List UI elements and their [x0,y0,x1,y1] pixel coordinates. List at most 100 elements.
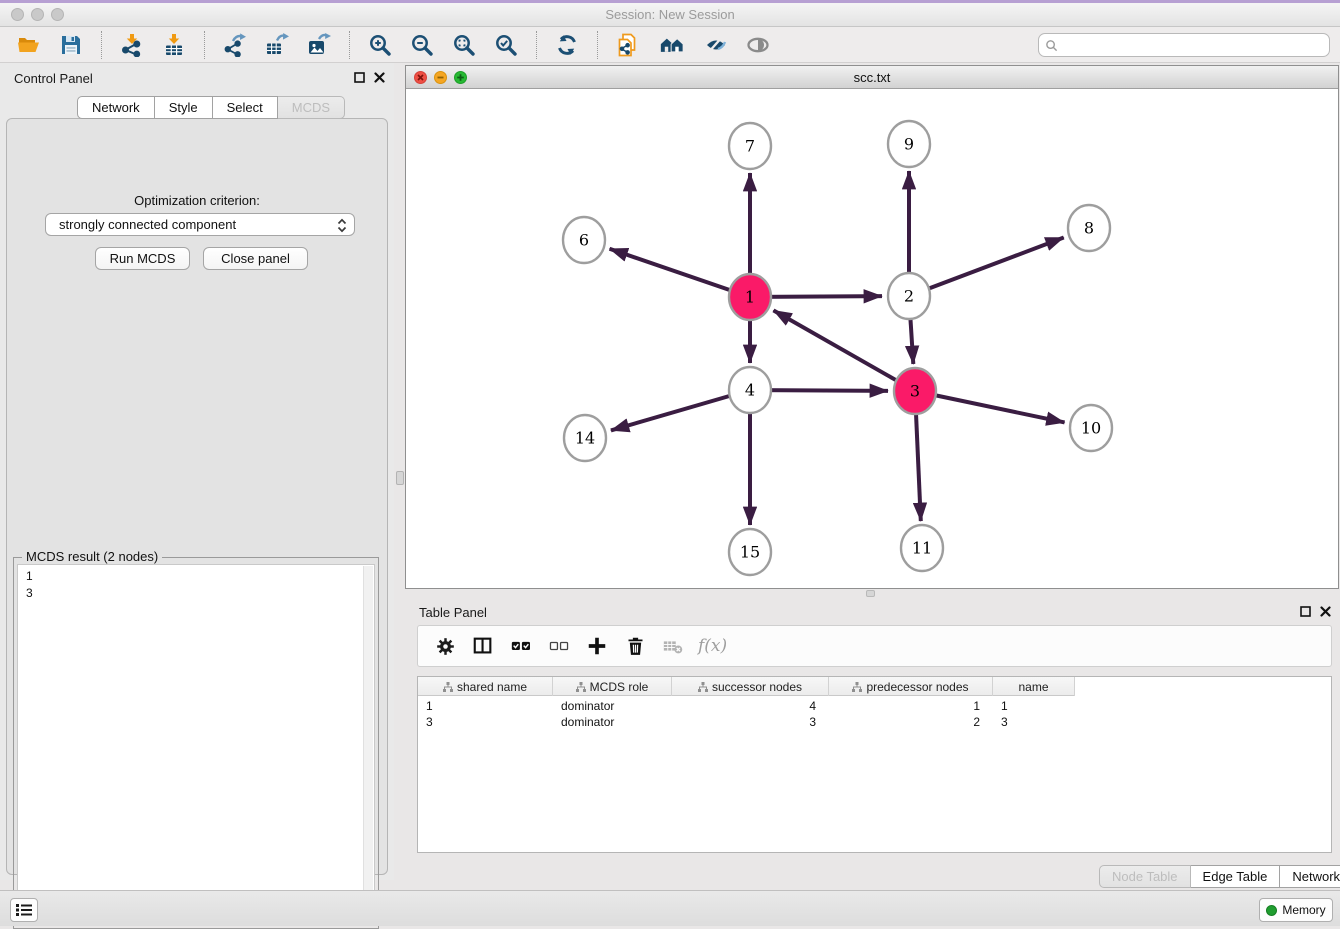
vertical-splitter-grip[interactable] [396,471,404,485]
columns-button[interactable] [466,630,500,662]
open-session-button[interactable] [12,30,46,60]
zoom-out-button[interactable] [405,30,439,60]
search-box [1038,33,1330,57]
settings-gear-button[interactable] [428,630,462,662]
column-type-icon [576,682,586,692]
graph-node-8[interactable]: 8 [1068,205,1110,251]
zoom-selected-icon [494,33,518,57]
graph-node-15[interactable]: 15 [729,529,771,575]
graph-edge-3-10[interactable] [915,391,1065,422]
eye-button[interactable] [741,30,775,60]
zoom-fit-button[interactable] [447,30,481,60]
export-table-button[interactable] [260,30,294,60]
copy-network-button[interactable] [611,30,645,60]
node-table[interactable]: shared nameMCDS rolesuccessor nodesprede… [417,676,1332,853]
export-network-button[interactable] [218,30,252,60]
select-stepper-icon [335,217,349,234]
graph-node-14[interactable]: 14 [564,415,606,461]
graph-node-3[interactable]: 3 [894,368,936,414]
graph-node-label-3: 3 [910,382,920,401]
column-header-MCDS-role[interactable]: MCDS role [553,677,672,696]
control-panel-tabs: NetworkStyleSelectMCDS [77,96,345,119]
graph-node-label-14: 14 [575,429,595,448]
columns-icon [472,635,494,657]
table-tab-edge-table[interactable]: Edge Table [1191,865,1281,888]
export-image-icon [307,33,331,57]
main-toolbar [0,27,1340,63]
select-all-button[interactable] [504,630,538,662]
refresh-layout-button[interactable] [550,30,584,60]
task-history-button[interactable] [10,898,38,922]
column-header-predecessor-nodes[interactable]: predecessor nodes [829,677,993,696]
search-input[interactable] [1058,35,1329,55]
result-scrollbar[interactable] [363,566,373,923]
network-window-titlebar[interactable]: scc.txt [406,66,1338,89]
export-image-button[interactable] [302,30,336,60]
graph-node-1[interactable]: 1 [729,274,771,320]
import-network-button[interactable] [115,30,149,60]
graph-node-7[interactable]: 7 [729,123,771,169]
graph-node-2[interactable]: 2 [888,273,930,319]
table-cell: dominator [553,714,672,730]
memory-button[interactable]: Memory [1259,898,1333,922]
column-header-successor-nodes[interactable]: successor nodes [672,677,829,696]
function-builder-button[interactable]: f(x) [698,636,727,656]
table-panel-title: Table Panel [419,605,487,620]
home-button[interactable] [653,30,691,60]
graph-node-10[interactable]: 10 [1070,405,1112,451]
tab-mcds[interactable]: MCDS [278,96,345,119]
float-icon [1300,606,1311,617]
table-float-button[interactable] [1299,605,1312,618]
export-table-icon [265,33,289,57]
home-icon [660,33,684,57]
table-row[interactable]: 3dominator323 [418,714,1075,730]
graph-node-label-1: 1 [745,288,755,307]
visibility-button[interactable] [699,30,733,60]
graph-edge-3-1[interactable] [773,310,915,391]
graph-node-4[interactable]: 4 [729,367,771,413]
table-close-button[interactable] [1319,605,1332,618]
graph-edge-2-8[interactable] [909,238,1064,296]
graph-node-9[interactable]: 9 [888,121,930,167]
mcds-result-area[interactable]: 1 3 [17,564,375,925]
close-panel-button-inner[interactable]: Close panel [203,247,308,270]
zoom-selected-button[interactable] [489,30,523,60]
column-header-shared-name[interactable]: shared name [418,677,553,696]
import-table-button[interactable] [157,30,191,60]
graph-node-label-7: 7 [745,137,755,156]
graph-node-label-8: 8 [1084,219,1094,238]
tab-style[interactable]: Style [155,96,213,119]
table-tab-node-table[interactable]: Node Table [1099,865,1191,888]
add-column-button[interactable] [580,630,614,662]
table-tab-network-table[interactable]: Network Table [1280,865,1340,888]
tab-select[interactable]: Select [213,96,278,119]
toolbar-separator [101,31,102,59]
save-session-button[interactable] [54,30,88,60]
table-row[interactable]: 1dominator411 [418,698,1075,714]
settings-gear-icon [435,636,456,657]
mcds-result-text: 1 3 [26,568,33,602]
zoom-in-button[interactable] [363,30,397,60]
optimization-criterion-select[interactable]: strongly connected component [45,213,355,236]
table-cell: 1 [829,698,993,714]
deselect-all-button[interactable] [542,630,576,662]
horizontal-splitter-grip[interactable] [866,590,875,597]
table-cell: 4 [672,698,829,714]
statusbar: Memory [0,890,1340,926]
delete-table-icon [662,635,684,657]
open-session-icon [17,33,41,57]
graph-node-11[interactable]: 11 [901,525,943,571]
network-canvas[interactable]: 1 2 3 4 6 7 8 9 10 11 14 15 [406,89,1338,588]
network-graph[interactable]: 1 2 3 4 6 7 8 9 10 11 14 15 [406,89,1338,588]
mcds-panel-body: Optimization criterion: strongly connect… [6,118,388,875]
run-mcds-button[interactable]: Run MCDS [95,247,190,270]
delete-column-button[interactable] [618,630,652,662]
selected-criterion: strongly connected component [59,217,236,232]
tab-network[interactable]: Network [77,96,155,119]
float-panel-button[interactable] [353,71,366,84]
graph-node-6[interactable]: 6 [563,217,605,263]
column-header-name[interactable]: name [993,677,1075,696]
toolbar-separator [536,31,537,59]
close-panel-button[interactable] [373,71,386,84]
table-header-row: shared nameMCDS rolesuccessor nodesprede… [418,677,1075,696]
